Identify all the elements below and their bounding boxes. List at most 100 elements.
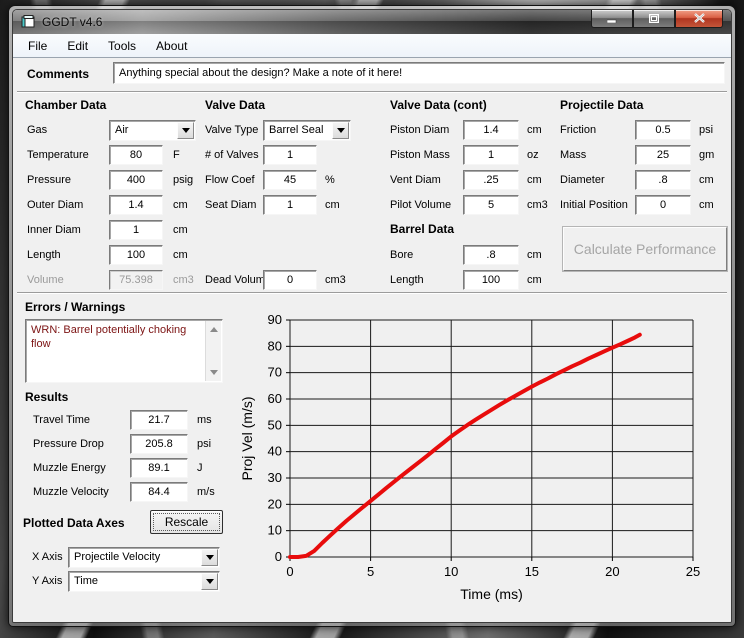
friction-label: Friction (560, 124, 596, 136)
flow-coef-label: Flow Coef (205, 174, 255, 186)
temperature-label: Temperature (27, 149, 89, 161)
barrel-length-unit: cm (527, 274, 542, 286)
menu-edit[interactable]: Edit (58, 36, 97, 56)
pilot-volume-input[interactable]: 5 (463, 195, 519, 215)
diameter-label: Diameter (560, 174, 605, 186)
window-title: GGDT v4.6 (42, 15, 102, 29)
outer-diam-input[interactable]: 1.4 (109, 195, 163, 215)
x-tick-label: 5 (367, 564, 374, 579)
minimize-icon (607, 10, 617, 28)
divider-middle (17, 292, 727, 294)
chevron-down-icon[interactable] (201, 573, 218, 590)
pressure-drop-label: Pressure Drop (33, 438, 104, 450)
initial-position-label: Initial Position (560, 199, 628, 211)
chamber-length-label: Length (27, 249, 61, 261)
y-tick-label: 30 (268, 470, 282, 485)
seat-diam-unit: cm (325, 199, 340, 211)
piston-mass-unit: oz (527, 149, 539, 161)
x-axis-title: Time (ms) (460, 586, 522, 602)
maximize-icon (649, 10, 659, 28)
client-area: Comments Anything special about the desi… (13, 58, 731, 622)
minimize-button[interactable] (591, 10, 633, 28)
warnings-scrollbar[interactable] (205, 321, 221, 381)
velocity-time-chart: 05101520250102030405060708090Time (ms)Pr… (238, 308, 730, 610)
gas-label: Gas (27, 124, 47, 136)
comments-input[interactable]: Anything special about the design? Make … (113, 62, 725, 84)
inner-diam-unit: cm (173, 224, 188, 236)
muzzle-velocity-label: Muzzle Velocity (33, 486, 109, 498)
errors-warnings-box[interactable]: WRN: Barrel potentially choking flow (25, 319, 223, 383)
title-bar[interactable]: GGDT v4.6 (13, 10, 731, 34)
y-axis-title: Proj Vel (m/s) (239, 396, 255, 480)
pressure-input[interactable]: 400 (109, 170, 163, 190)
app-window: GGDT v4.6 File Edit Tools About Comment (8, 5, 736, 627)
diameter-input[interactable]: .8 (635, 170, 691, 190)
menu-file[interactable]: File (19, 36, 56, 56)
initial-position-input[interactable]: 0 (635, 195, 691, 215)
chevron-down-icon[interactable] (201, 549, 218, 566)
mass-input[interactable]: 25 (635, 145, 691, 165)
comments-label: Comments (27, 67, 89, 81)
seat-diam-input[interactable]: 1 (263, 195, 317, 215)
bore-label: Bore (390, 249, 413, 261)
chamber-length-input[interactable]: 100 (109, 245, 163, 265)
friction-input[interactable]: 0.5 (635, 120, 691, 140)
close-button[interactable] (675, 10, 723, 28)
barrel-data-header: Barrel Data (390, 222, 454, 236)
valve-type-label: Valve Type (205, 124, 258, 136)
flow-coef-unit: % (325, 174, 335, 186)
piston-mass-input[interactable]: 1 (463, 145, 519, 165)
scroll-up-icon[interactable] (210, 327, 218, 332)
barrel-length-label: Length (390, 274, 424, 286)
temperature-input[interactable]: 80 (109, 145, 163, 165)
x-tick-label: 0 (286, 564, 293, 579)
volume-label: Volume (27, 274, 64, 286)
flow-coef-input[interactable]: 45 (263, 170, 317, 190)
x-tick-label: 10 (444, 564, 458, 579)
chevron-down-icon[interactable] (177, 122, 194, 139)
num-valves-input[interactable]: 1 (263, 145, 317, 165)
vent-diam-input[interactable]: .25 (463, 170, 519, 190)
menu-about[interactable]: About (147, 36, 196, 56)
piston-diam-label: Piston Diam (390, 124, 449, 136)
x-axis-label: X Axis (32, 551, 63, 563)
pressure-label: Pressure (27, 174, 71, 186)
y-axis-select[interactable]: Time (68, 571, 220, 592)
errors-warnings-header: Errors / Warnings (25, 300, 125, 314)
x-tick-label: 15 (525, 564, 539, 579)
volume-output: 75.398 (109, 270, 163, 290)
menu-tools[interactable]: Tools (99, 36, 145, 56)
x-axis-select[interactable]: Projectile Velocity (68, 547, 220, 568)
pressure-unit: psig (173, 174, 193, 186)
y-tick-label: 10 (268, 523, 282, 538)
results-header: Results (25, 390, 68, 404)
piston-mass-label: Piston Mass (390, 149, 450, 161)
barrel-length-input[interactable]: 100 (463, 270, 519, 290)
num-valves-label: # of Valves (205, 149, 259, 161)
chamber-data-header: Chamber Data (25, 98, 106, 112)
valve-type-select[interactable]: Barrel Seal (263, 120, 351, 141)
velocity-curve (290, 335, 640, 557)
bore-input[interactable]: .8 (463, 245, 519, 265)
bore-unit: cm (527, 249, 542, 261)
initial-position-unit: cm (699, 199, 714, 211)
y-tick-label: 0 (275, 549, 282, 564)
pressure-drop-unit: psi (197, 438, 211, 450)
scroll-down-icon[interactable] (210, 370, 218, 375)
gas-select[interactable]: Air (109, 120, 196, 141)
y-tick-label: 60 (268, 391, 282, 406)
outer-diam-label: Outer Diam (27, 199, 83, 211)
dead-volume-input[interactable]: 0 (263, 270, 317, 290)
rescale-button[interactable]: Rescale (150, 510, 223, 534)
travel-time-output: 21.7 (130, 410, 188, 430)
inner-diam-input[interactable]: 1 (109, 220, 163, 240)
chevron-down-icon[interactable] (332, 122, 349, 139)
close-icon (694, 10, 705, 28)
maximize-button[interactable] (633, 10, 675, 28)
volume-unit: cm3 (173, 274, 194, 286)
x-tick-label: 20 (605, 564, 619, 579)
mass-label: Mass (560, 149, 586, 161)
valve-data-cont-header: Valve Data (cont) (390, 98, 487, 112)
piston-diam-input[interactable]: 1.4 (463, 120, 519, 140)
x-tick-label: 25 (686, 564, 700, 579)
